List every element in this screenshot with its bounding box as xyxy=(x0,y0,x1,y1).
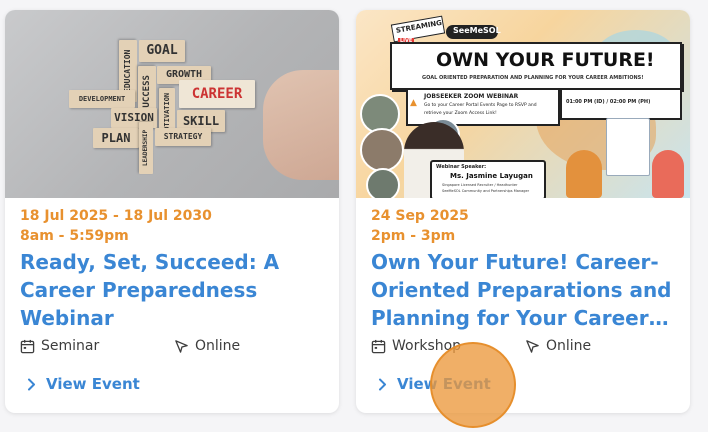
event-details: 24 Sep 2025 2pm - 3pm Own Your Future! C… xyxy=(371,206,680,332)
word-block-career: CAREER xyxy=(179,80,255,108)
event-date: 18 Jul 2025 - 18 Jul 2030 xyxy=(20,208,212,224)
speaker-role-2: SeeMeSOL Community and Partnerships Mana… xyxy=(442,189,530,193)
word-block-strategy: STRATEGY xyxy=(155,128,211,146)
event-date: 24 Sep 2025 xyxy=(371,208,469,224)
brand-label: SeeMeSOL xyxy=(453,26,501,35)
instructions-line-2: retrieve your Zoom Access Link! xyxy=(424,111,497,116)
warning-icon: ▲ xyxy=(410,98,417,108)
headline: OWN YOUR FUTURE! xyxy=(436,49,655,71)
word-block-development: DEVELOPMENT xyxy=(69,90,135,108)
speaker-role-1: Singapore Licensed Recruiter / Headhunte… xyxy=(442,183,518,187)
speaker-label: Webinar Speaker: xyxy=(436,164,487,170)
event-mode-label: Online xyxy=(546,338,592,354)
illustration-document xyxy=(606,118,650,176)
calendar-icon xyxy=(20,339,35,353)
event-type-label: Workshop xyxy=(392,338,462,354)
event-meta: Workshop Online xyxy=(371,338,680,360)
view-event-link[interactable]: View Event xyxy=(27,375,140,393)
event-thumbnail: STREAMING LIVE SeeMeSOL OWN YOUR FUTURE!… xyxy=(356,10,690,198)
streaming-label: STREAMING xyxy=(395,18,443,35)
view-event-link[interactable]: View Event xyxy=(378,375,491,393)
event-type: Workshop xyxy=(371,338,461,354)
calendar-icon xyxy=(371,339,386,353)
photo-circle xyxy=(366,168,400,198)
illustration-person xyxy=(566,150,602,198)
view-event-label[interactable]: View Event xyxy=(397,375,491,393)
event-details: 18 Jul 2025 - 18 Jul 2030 8am - 5:59pm R… xyxy=(20,206,329,332)
event-title[interactable]: Own Your Future! Career-Oriented Prepara… xyxy=(371,248,680,332)
view-event-label[interactable]: View Event xyxy=(46,375,140,393)
event-mode: Online xyxy=(525,338,591,354)
speaker-name: Ms. Jasmine Layugan xyxy=(450,172,533,180)
event-card[interactable]: STREAMING LIVE SeeMeSOL OWN YOUR FUTURE!… xyxy=(356,10,690,413)
event-meta: Seminar Online xyxy=(20,338,329,360)
speaker-box: Webinar Speaker: Ms. Jasmine Layugan Sin… xyxy=(430,160,546,198)
event-thumbnail: GOAL EDUCATION SUCCESS GROWTH DEVELOPMEN… xyxy=(5,10,339,198)
event-time: 8am - 5:59pm xyxy=(20,228,129,244)
word-block-leadership: LEADERSHIP xyxy=(139,122,153,174)
event-time: 2pm - 3pm xyxy=(371,228,456,244)
word-block-goal: GOAL xyxy=(139,40,185,62)
location-arrow-icon xyxy=(175,339,188,353)
hand-shape xyxy=(263,70,339,180)
headline-box: OWN YOUR FUTURE! GOAL ORIENTED PREPARATI… xyxy=(390,42,682,90)
event-card[interactable]: GOAL EDUCATION SUCCESS GROWTH DEVELOPMEN… xyxy=(5,10,339,413)
brand-pill: SeeMeSOL xyxy=(446,25,501,39)
webinar-time: 01:00 PM (ID) / 02:00 PM (PH) xyxy=(566,99,651,105)
tagline: GOAL ORIENTED PREPARATION AND PLANNING F… xyxy=(422,75,644,81)
location-arrow-icon xyxy=(526,339,539,353)
webinar-box: ▲ JOBSEEKER ZOOM WEBINAR Go to your Care… xyxy=(406,88,560,126)
event-type: Seminar xyxy=(20,338,99,354)
photo-circle xyxy=(360,128,404,172)
event-mode: Online xyxy=(174,338,240,354)
chevron-right-icon xyxy=(28,378,35,390)
instructions-line-1: Go to your Career Portal Events Page to … xyxy=(424,103,537,108)
chevron-right-icon xyxy=(379,378,386,390)
time-box: 01:00 PM (ID) / 02:00 PM (PH) xyxy=(560,88,682,120)
event-title[interactable]: Ready, Set, Succeed: A Career Preparedne… xyxy=(20,248,329,332)
event-type-label: Seminar xyxy=(41,338,100,354)
event-mode-label: Online xyxy=(195,338,241,354)
word-block-plan: PLAN xyxy=(93,128,139,148)
illustration-person xyxy=(652,150,684,198)
webinar-label: JOBSEEKER ZOOM WEBINAR xyxy=(424,93,519,100)
